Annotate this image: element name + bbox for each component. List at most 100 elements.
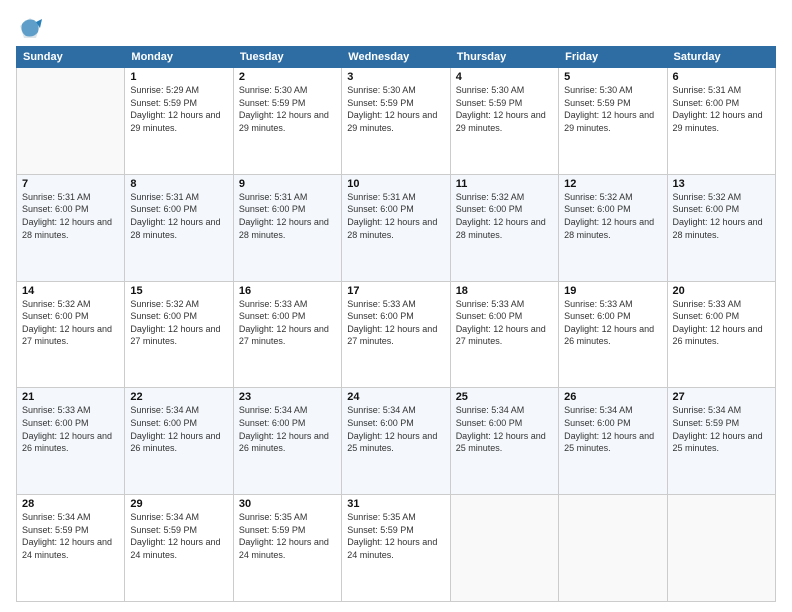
day-cell: 20Sunrise: 5:33 AMSunset: 6:00 PMDayligh… [667,281,775,388]
day-info: Sunrise: 5:30 AMSunset: 5:59 PMDaylight:… [564,84,661,134]
day-info: Sunrise: 5:34 AMSunset: 6:00 PMDaylight:… [347,404,444,454]
day-cell: 3Sunrise: 5:30 AMSunset: 5:59 PMDaylight… [342,68,450,175]
day-info: Sunrise: 5:31 AMSunset: 6:00 PMDaylight:… [239,191,336,241]
day-number: 20 [673,285,770,297]
day-cell: 19Sunrise: 5:33 AMSunset: 6:00 PMDayligh… [559,281,667,388]
day-info: Sunrise: 5:32 AMSunset: 6:00 PMDaylight:… [564,191,661,241]
day-cell: 12Sunrise: 5:32 AMSunset: 6:00 PMDayligh… [559,174,667,281]
day-info: Sunrise: 5:33 AMSunset: 6:00 PMDaylight:… [347,298,444,348]
day-cell: 22Sunrise: 5:34 AMSunset: 6:00 PMDayligh… [125,388,233,495]
day-info: Sunrise: 5:35 AMSunset: 5:59 PMDaylight:… [239,511,336,561]
day-cell: 30Sunrise: 5:35 AMSunset: 5:59 PMDayligh… [233,495,341,602]
day-cell: 4Sunrise: 5:30 AMSunset: 5:59 PMDaylight… [450,68,558,175]
day-info: Sunrise: 5:31 AMSunset: 6:00 PMDaylight:… [22,191,119,241]
day-number: 21 [22,391,119,403]
day-cell: 13Sunrise: 5:32 AMSunset: 6:00 PMDayligh… [667,174,775,281]
col-header-thursday: Thursday [450,47,558,68]
day-number: 30 [239,498,336,510]
day-cell: 14Sunrise: 5:32 AMSunset: 6:00 PMDayligh… [17,281,125,388]
day-number: 12 [564,178,661,190]
day-number: 6 [673,71,770,83]
day-number: 4 [456,71,553,83]
day-cell: 24Sunrise: 5:34 AMSunset: 6:00 PMDayligh… [342,388,450,495]
day-info: Sunrise: 5:33 AMSunset: 6:00 PMDaylight:… [22,404,119,454]
day-cell [667,495,775,602]
day-info: Sunrise: 5:33 AMSunset: 6:00 PMDaylight:… [564,298,661,348]
header [16,10,776,42]
day-info: Sunrise: 5:31 AMSunset: 6:00 PMDaylight:… [130,191,227,241]
day-number: 17 [347,285,444,297]
day-number: 11 [456,178,553,190]
day-info: Sunrise: 5:29 AMSunset: 5:59 PMDaylight:… [130,84,227,134]
day-number: 7 [22,178,119,190]
col-header-saturday: Saturday [667,47,775,68]
day-info: Sunrise: 5:34 AMSunset: 6:00 PMDaylight:… [564,404,661,454]
day-info: Sunrise: 5:30 AMSunset: 5:59 PMDaylight:… [456,84,553,134]
day-cell: 29Sunrise: 5:34 AMSunset: 5:59 PMDayligh… [125,495,233,602]
day-cell: 15Sunrise: 5:32 AMSunset: 6:00 PMDayligh… [125,281,233,388]
day-number: 16 [239,285,336,297]
day-cell: 1Sunrise: 5:29 AMSunset: 5:59 PMDaylight… [125,68,233,175]
day-number: 26 [564,391,661,403]
day-cell: 25Sunrise: 5:34 AMSunset: 6:00 PMDayligh… [450,388,558,495]
day-info: Sunrise: 5:34 AMSunset: 6:00 PMDaylight:… [130,404,227,454]
day-info: Sunrise: 5:35 AMSunset: 5:59 PMDaylight:… [347,511,444,561]
day-number: 2 [239,71,336,83]
col-header-sunday: Sunday [17,47,125,68]
day-info: Sunrise: 5:31 AMSunset: 6:00 PMDaylight:… [673,84,770,134]
day-number: 29 [130,498,227,510]
week-row-4: 21Sunrise: 5:33 AMSunset: 6:00 PMDayligh… [17,388,776,495]
logo-icon [16,14,44,42]
day-number: 18 [456,285,553,297]
day-number: 25 [456,391,553,403]
day-info: Sunrise: 5:32 AMSunset: 6:00 PMDaylight:… [673,191,770,241]
calendar-page: SundayMondayTuesdayWednesdayThursdayFrid… [0,0,792,612]
day-cell: 27Sunrise: 5:34 AMSunset: 5:59 PMDayligh… [667,388,775,495]
day-cell: 5Sunrise: 5:30 AMSunset: 5:59 PMDaylight… [559,68,667,175]
day-cell: 31Sunrise: 5:35 AMSunset: 5:59 PMDayligh… [342,495,450,602]
day-cell: 8Sunrise: 5:31 AMSunset: 6:00 PMDaylight… [125,174,233,281]
day-number: 31 [347,498,444,510]
day-info: Sunrise: 5:32 AMSunset: 6:00 PMDaylight:… [456,191,553,241]
day-number: 22 [130,391,227,403]
week-row-3: 14Sunrise: 5:32 AMSunset: 6:00 PMDayligh… [17,281,776,388]
logo [16,14,46,42]
day-cell: 21Sunrise: 5:33 AMSunset: 6:00 PMDayligh… [17,388,125,495]
day-cell: 28Sunrise: 5:34 AMSunset: 5:59 PMDayligh… [17,495,125,602]
day-info: Sunrise: 5:34 AMSunset: 6:00 PMDaylight:… [456,404,553,454]
day-cell [450,495,558,602]
day-info: Sunrise: 5:31 AMSunset: 6:00 PMDaylight:… [347,191,444,241]
col-header-tuesday: Tuesday [233,47,341,68]
day-cell: 23Sunrise: 5:34 AMSunset: 6:00 PMDayligh… [233,388,341,495]
day-number: 13 [673,178,770,190]
col-header-friday: Friday [559,47,667,68]
day-info: Sunrise: 5:32 AMSunset: 6:00 PMDaylight:… [22,298,119,348]
day-number: 19 [564,285,661,297]
day-number: 23 [239,391,336,403]
day-cell: 11Sunrise: 5:32 AMSunset: 6:00 PMDayligh… [450,174,558,281]
day-info: Sunrise: 5:30 AMSunset: 5:59 PMDaylight:… [347,84,444,134]
day-number: 8 [130,178,227,190]
week-row-5: 28 Sunrise: 5:34 AMSunset: 5:59 PMDayligh… [17,495,776,602]
day-info: Sunrise: 5:34 AMSunset: 5:59 PMDaylight:… [673,404,770,454]
day-info: Sunrise: 5:32 AMSunset: 6:00 PMDaylight:… [130,298,227,348]
col-header-monday: Monday [125,47,233,68]
week-row-1: 1Sunrise: 5:29 AMSunset: 5:59 PMDaylight… [17,68,776,175]
day-number: 3 [347,71,444,83]
day-number: 15 [130,285,227,297]
day-cell [17,68,125,175]
day-info: Sunrise: 5:34 AMSunset: 5:59 PMDaylight:… [130,511,227,561]
day-number: 24 [347,391,444,403]
day-cell: 18Sunrise: 5:33 AMSunset: 6:00 PMDayligh… [450,281,558,388]
day-number: 10 [347,178,444,190]
day-cell: 10Sunrise: 5:31 AMSunset: 6:00 PMDayligh… [342,174,450,281]
day-number: 1 [130,71,227,83]
day-cell: 7Sunrise: 5:31 AMSunset: 6:00 PMDaylight… [17,174,125,281]
day-cell: 26Sunrise: 5:34 AMSunset: 6:00 PMDayligh… [559,388,667,495]
day-number: 28 [22,498,119,510]
day-cell: 2Sunrise: 5:30 AMSunset: 5:59 PMDaylight… [233,68,341,175]
day-number: 5 [564,71,661,83]
day-cell: 6Sunrise: 5:31 AMSunset: 6:00 PMDaylight… [667,68,775,175]
day-info: Sunrise: 5:33 AMSunset: 6:00 PMDaylight:… [239,298,336,348]
day-info: Sunrise: 5:30 AMSunset: 5:59 PMDaylight:… [239,84,336,134]
